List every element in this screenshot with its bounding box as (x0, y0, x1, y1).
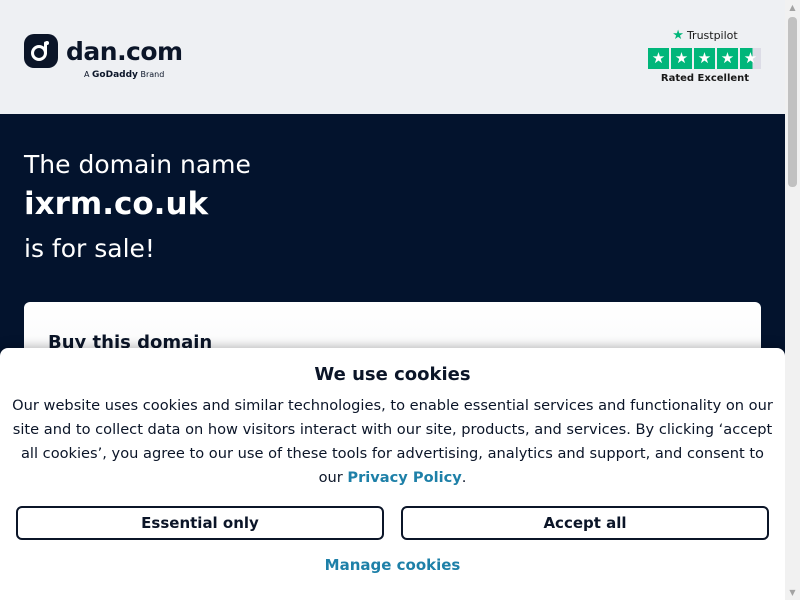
cookie-description: Our website uses cookies and similar tec… (12, 397, 773, 486)
hero-intro: The domain name (24, 150, 251, 179)
trustpilot-header: ★ Trustpilot (648, 28, 762, 43)
trustpilot-stars: ★ ★ ★ ★ ★ (648, 48, 762, 69)
dan-logo[interactable]: dan.com (24, 34, 183, 68)
accept-all-button[interactable]: Accept all (401, 506, 769, 540)
logo-text: dan.com (66, 36, 183, 66)
page: dan.com A GoDaddy Brand ★ Trustpilot ★ ★… (0, 0, 785, 600)
star-icon: ★ (717, 48, 738, 69)
half-star-icon: ★ (740, 48, 761, 69)
godaddy-name: GoDaddy (92, 70, 138, 80)
manage-cookies-link[interactable]: Manage cookies (0, 556, 785, 574)
site-header: dan.com A GoDaddy Brand ★ Trustpilot ★ ★… (0, 0, 785, 114)
star-icon: ★ (694, 48, 715, 69)
cookie-banner: We use cookies Our website uses cookies … (0, 348, 785, 600)
scroll-up-arrow-icon[interactable]: ▲ (785, 0, 800, 15)
trustpilot-label: Trustpilot (686, 29, 738, 42)
vertical-scrollbar[interactable]: ▲ ▼ (785, 0, 800, 600)
godaddy-brand-line: A GoDaddy Brand (84, 70, 165, 80)
dan-logo-icon (24, 34, 58, 68)
star-icon: ★ (671, 48, 692, 69)
scrollbar-thumb[interactable] (788, 17, 797, 187)
trustpilot-star-icon: ★ (672, 28, 684, 43)
trustpilot-widget[interactable]: ★ Trustpilot ★ ★ ★ ★ ★ Rated Excellent (648, 28, 762, 84)
essential-only-button[interactable]: Essential only (16, 506, 384, 540)
domain-name: ixrm.co.uk (24, 186, 209, 222)
cookie-title: We use cookies (314, 364, 471, 385)
scroll-down-arrow-icon[interactable]: ▼ (785, 585, 800, 600)
hero-sale-text: is for sale! (24, 234, 155, 263)
trustpilot-rating: Rated Excellent (660, 73, 750, 84)
star-icon: ★ (648, 48, 669, 69)
privacy-policy-link[interactable]: Privacy Policy (347, 469, 461, 486)
